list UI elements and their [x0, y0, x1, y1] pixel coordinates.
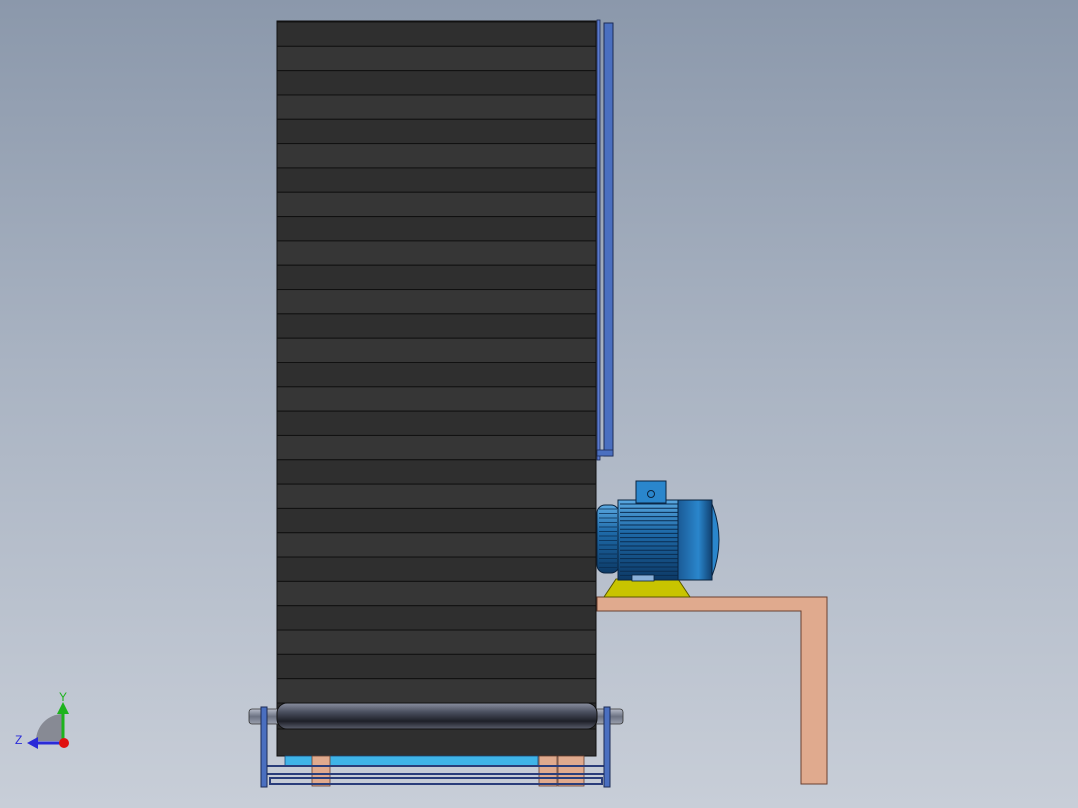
cad-scene[interactable]: Y Z — [0, 0, 1078, 808]
belt-slat — [276, 289, 597, 315]
base-support-right[interactable] — [557, 755, 585, 787]
side-frame-rail[interactable] — [596, 19, 614, 461]
belt-slat — [276, 556, 597, 582]
orientation-triad[interactable]: Y Z — [15, 690, 69, 749]
belt-slat — [276, 313, 597, 339]
motor-end-cap[interactable] — [677, 499, 713, 581]
z-axis-label: Z — [15, 733, 22, 747]
belt-slat — [276, 580, 597, 607]
belt-slat — [276, 21, 597, 47]
belt-slat — [276, 118, 597, 145]
belt-return-section — [276, 728, 597, 757]
motor-end-dome — [711, 503, 720, 577]
belt-slat — [276, 167, 597, 193]
motor-terminal-box[interactable] — [635, 480, 667, 504]
belt-slat — [276, 507, 597, 534]
electric-motor[interactable] — [596, 480, 720, 598]
motor-foot — [631, 574, 655, 582]
base-leg-right[interactable] — [603, 706, 611, 788]
belt-slat — [276, 532, 597, 558]
triad-plane-icon — [36, 714, 63, 741]
conveyor-belt[interactable] — [276, 20, 597, 757]
belt-slat — [276, 337, 597, 363]
belt-slat — [276, 70, 597, 96]
x-axis-dot-icon — [59, 738, 69, 748]
base-leg-left[interactable] — [260, 706, 268, 788]
base-support-mid[interactable] — [538, 755, 558, 787]
belt-slat — [276, 386, 597, 412]
belt-slat — [276, 240, 597, 266]
belt-slat — [276, 629, 597, 655]
belt-slat — [276, 410, 597, 436]
motor-support-bracket[interactable] — [596, 596, 828, 785]
roller-drum[interactable] — [276, 702, 598, 730]
belt-slat — [276, 362, 597, 388]
belt-slat — [276, 143, 597, 169]
belt-slat — [276, 216, 597, 242]
belt-slat — [276, 264, 597, 291]
belt-slat — [276, 191, 597, 218]
belt-slat — [276, 434, 597, 461]
base-support-left[interactable] — [311, 755, 331, 787]
belt-slat — [276, 605, 597, 631]
y-axis-label: Y — [59, 690, 67, 704]
cad-viewport[interactable]: Y Z — [0, 0, 1078, 808]
belt-slat — [276, 45, 597, 72]
z-arrow-icon — [27, 737, 38, 749]
belt-slat — [276, 94, 597, 120]
motor-base[interactable] — [603, 578, 691, 598]
belt-slat — [276, 653, 597, 680]
belt-slat — [276, 483, 597, 509]
bottom-roller[interactable] — [248, 702, 624, 730]
belt-slat — [276, 678, 597, 704]
belt-slat — [276, 459, 597, 485]
